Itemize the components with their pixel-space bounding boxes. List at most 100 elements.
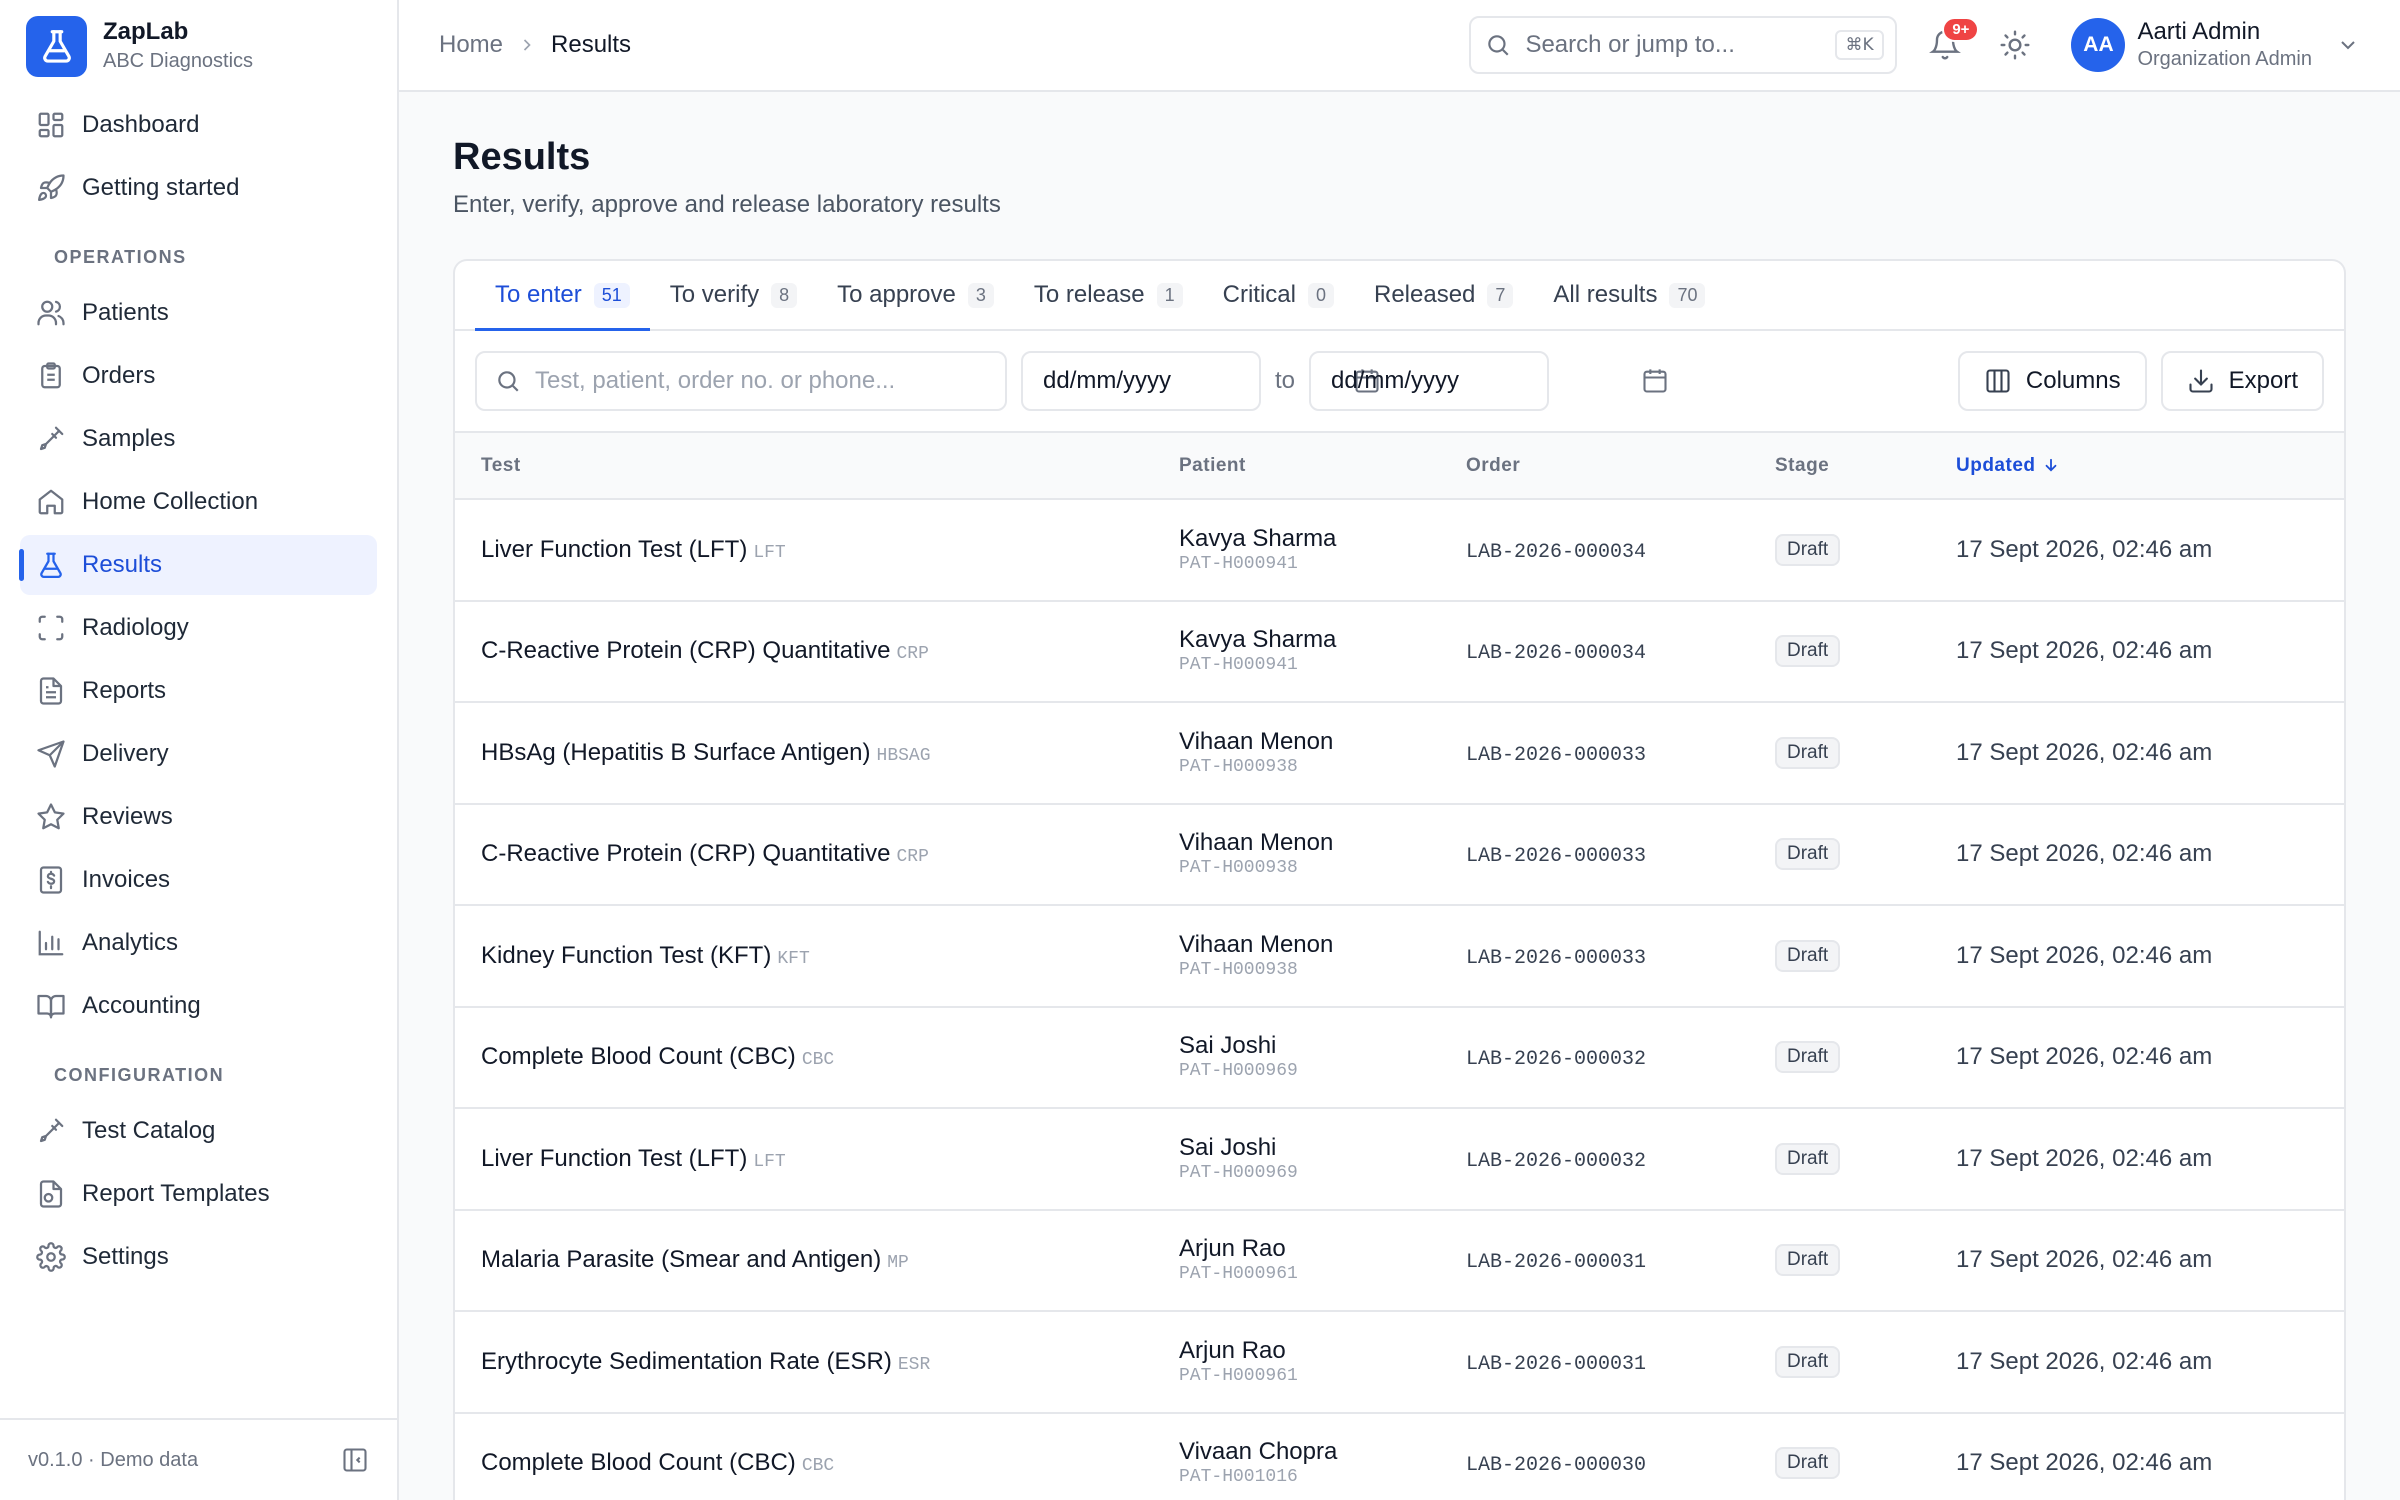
cell-test: Malaria Parasite (Smear and Antigen) MP [455, 1209, 1153, 1312]
brand[interactable]: ZapLab ABC Diagnostics [0, 0, 397, 92]
results-search[interactable] [475, 351, 1007, 411]
cell-stage: Draft [1749, 1311, 1930, 1414]
sidebar-item-label: Samples [82, 425, 176, 452]
table-row[interactable]: Complete Blood Count (CBC) CBC Vivaan Chop… [455, 1412, 2344, 1500]
cell-order: LAB-2026-000032 [1440, 1108, 1749, 1211]
sidebar-item-label: Delivery [82, 740, 169, 767]
tab-to-enter[interactable]: To enter 51 [475, 261, 650, 331]
status-badge: Draft [1775, 939, 1841, 972]
global-search[interactable]: ⌘K [1469, 16, 1898, 74]
chevron-right-icon [517, 35, 537, 55]
sidebar-item-accounting[interactable]: Accounting [20, 976, 377, 1036]
sidebar-item-results[interactable]: Results [19, 535, 377, 595]
column-header-updated[interactable]: Updated [1930, 433, 2344, 500]
table-row[interactable]: C-Reactive Protein (CRP) Quantitative CRP… [455, 803, 2344, 906]
test-code: LFT [753, 1151, 786, 1172]
table-row[interactable]: Kidney Function Test (KFT) KFT Vihaan Meno… [455, 905, 2344, 1008]
cell-order: LAB-2026-000033 [1440, 702, 1749, 805]
main-area: Home Results ⌘K 9+ AA Aarti Admin Organ [399, 0, 2400, 1500]
tab-all-results[interactable]: All results 70 [1533, 261, 1725, 329]
sidebar-item-reviews[interactable]: Reviews [20, 787, 377, 847]
tab-label: Released [1374, 281, 1476, 308]
table-row[interactable]: Malaria Parasite (Smear and Antigen) MP Ar… [455, 1209, 2344, 1312]
patient-id: PAT-H000941 [1179, 553, 1298, 574]
column-header-patient[interactable]: Patient [1153, 433, 1440, 500]
columns-label: Columns [2025, 367, 2121, 394]
sidebar-item-test-catalog[interactable]: Test Catalog [20, 1101, 377, 1161]
cell-test: C-Reactive Protein (CRP) Quantitative CRP [455, 600, 1153, 703]
export-button[interactable]: Export [2160, 351, 2324, 411]
star-icon [36, 802, 66, 832]
sidebar-item-home-collection[interactable]: Home Collection [20, 472, 377, 532]
table-row[interactable]: Complete Blood Count (CBC) CBC Sai Joshi PA… [455, 1006, 2344, 1109]
tab-critical[interactable]: Critical 0 [1203, 261, 1354, 329]
cell-patient: Arjun Rao PAT-H000961 [1153, 1209, 1440, 1312]
columns-button[interactable]: Columns [1957, 351, 2147, 411]
date-from-input[interactable] [1043, 367, 1353, 395]
column-header-stage[interactable]: Stage [1749, 433, 1930, 500]
notifications-button[interactable]: 9+ [1923, 17, 1980, 67]
user-menu[interactable]: AA Aarti Admin Organization Admin [2071, 18, 2360, 72]
tab-count: 0 [1307, 282, 1334, 308]
tab-released[interactable]: Released 7 [1354, 261, 1533, 329]
updated-timestamp: 17 Sept 2026, 02:46 am [1956, 1347, 2213, 1375]
collapse-sidebar-icon[interactable] [341, 1446, 369, 1474]
column-header-order[interactable]: Order [1440, 433, 1749, 500]
table-row[interactable]: Erythrocyte Sedimentation Rate (ESR) ESR A… [455, 1311, 2344, 1414]
table-row[interactable]: HBsAg (Hepatitis B Surface Antigen) HBSAG… [455, 702, 2344, 805]
tab-to-verify[interactable]: To verify 8 [650, 261, 817, 329]
results-search-input[interactable] [535, 367, 987, 395]
cell-stage: Draft [1749, 1412, 1930, 1500]
sidebar-item-label: Orders [82, 362, 156, 389]
test-name: Kidney Function Test (KFT) [481, 941, 772, 969]
sidebar-item-reports[interactable]: Reports [20, 661, 377, 721]
tab-to-approve[interactable]: To approve 3 [817, 261, 1014, 329]
test-code: KFT [777, 948, 810, 969]
tab-label: To verify [669, 281, 760, 308]
table-row[interactable]: C-Reactive Protein (CRP) Quantitative CRP… [455, 600, 2344, 703]
date-to-input[interactable] [1331, 367, 1642, 395]
order-number: LAB-2026-000033 [1466, 743, 1647, 767]
gear-icon [36, 1242, 66, 1272]
updated-timestamp: 17 Sept 2026, 02:46 am [1956, 1449, 2213, 1477]
sidebar-item-report-templates[interactable]: Report Templates [20, 1164, 377, 1224]
tab-to-release[interactable]: To release 1 [1014, 261, 1203, 329]
sidebar-item-dashboard[interactable]: Dashboard [20, 95, 377, 155]
flask-logo-icon [26, 15, 87, 77]
column-header-test[interactable]: Test [455, 433, 1153, 500]
table-row[interactable]: Liver Function Test (LFT) LFT Sai Joshi PAT… [455, 1108, 2344, 1211]
calendar-icon[interactable] [1641, 367, 1669, 395]
date-from-field[interactable] [1021, 351, 1379, 411]
sidebar-item-label: Report Templates [82, 1180, 270, 1207]
theme-toggle-button[interactable] [1993, 23, 2037, 67]
tab-count: 7 [1487, 282, 1514, 308]
cell-updated: 17 Sept 2026, 02:46 am [1930, 499, 2344, 602]
bar-chart-icon [36, 928, 66, 958]
sidebar-item-orders[interactable]: Orders [20, 346, 377, 406]
results-tabs: To enter 51 To verify 8 To approve 3 To rel… [455, 261, 2344, 331]
sidebar-item-delivery[interactable]: Delivery [20, 724, 377, 784]
sidebar-item-analytics[interactable]: Analytics [20, 913, 377, 973]
cell-patient: Arjun Rao PAT-H000961 [1153, 1311, 1440, 1414]
table-body: Liver Function Test (LFT) LFT Kavya Sharma… [455, 499, 2344, 1500]
patient-id: PAT-H000938 [1179, 858, 1298, 879]
sidebar-item-settings[interactable]: Settings [20, 1227, 377, 1287]
cell-updated: 17 Sept 2026, 02:46 am [1930, 905, 2344, 1008]
updated-timestamp: 17 Sept 2026, 02:46 am [1956, 738, 2213, 766]
sidebar-footer: v0.1.0 · Demo data [0, 1418, 397, 1500]
cell-test: Liver Function Test (LFT) LFT [455, 499, 1153, 602]
sidebar-item-label: Settings [82, 1243, 169, 1270]
breadcrumb-home[interactable]: Home [439, 31, 503, 59]
section-configuration: CONFIGURATION [54, 1065, 225, 1085]
sidebar-item-radiology[interactable]: Radiology [20, 598, 377, 658]
date-to-field[interactable] [1309, 351, 1667, 411]
global-search-input[interactable] [1525, 31, 1836, 59]
order-number: LAB-2026-000033 [1466, 946, 1647, 970]
sidebar-item-getting-started[interactable]: Getting started [20, 158, 377, 218]
user-name: Aarti Admin [2137, 18, 2261, 45]
sidebar-item-patients[interactable]: Patients [20, 283, 377, 343]
sidebar-item-samples[interactable]: Samples [20, 409, 377, 469]
table-row[interactable]: Liver Function Test (LFT) LFT Kavya Sharma… [455, 499, 2344, 602]
brand-org: ABC Diagnostics [103, 50, 254, 72]
sidebar-item-invoices[interactable]: Invoices [20, 850, 377, 910]
